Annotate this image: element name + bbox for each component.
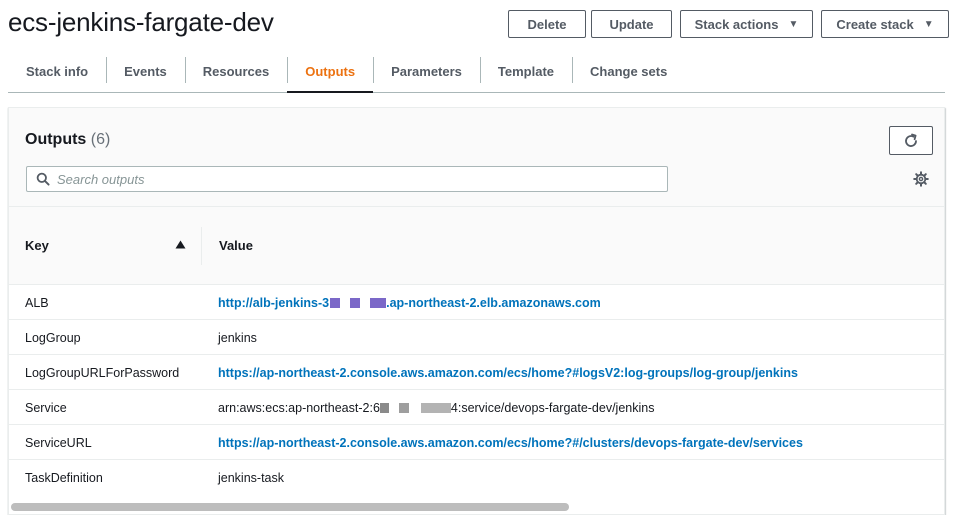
gear-icon bbox=[913, 171, 929, 187]
outputs-panel: Outputs (6) Search outputs Key Value ALB… bbox=[8, 107, 945, 515]
preferences-button[interactable] bbox=[912, 170, 930, 188]
tab-template[interactable]: Template bbox=[479, 50, 572, 92]
output-value: jenkins bbox=[218, 331, 257, 345]
search-icon bbox=[36, 172, 50, 186]
output-key: TaskDefinition bbox=[25, 471, 103, 485]
delete-button-label: Delete bbox=[527, 16, 567, 32]
column-divider bbox=[201, 227, 202, 265]
refresh-button[interactable] bbox=[889, 126, 933, 155]
output-value-part: http://alb-jenkins-3 bbox=[218, 296, 330, 310]
table-row: LogGroup jenkins bbox=[9, 320, 944, 355]
stack-actions-label: Stack actions bbox=[694, 16, 779, 32]
column-header-key[interactable]: Key bbox=[25, 238, 49, 253]
table-row: TaskDefinition jenkins-task bbox=[9, 460, 944, 495]
table-row: ALB http://alb-jenkins-3 .ap-northeast-2… bbox=[9, 285, 944, 320]
redaction-block bbox=[370, 298, 387, 308]
outputs-panel-header: Outputs (6) bbox=[9, 108, 944, 207]
tab-stack-info[interactable]: Stack info bbox=[8, 50, 106, 92]
search-box bbox=[26, 166, 668, 192]
output-key: LogGroupURLForPassword bbox=[25, 366, 180, 380]
stack-actions-dropdown[interactable]: Stack actions ▼ bbox=[680, 10, 813, 38]
tab-parameters[interactable]: Parameters bbox=[373, 50, 480, 92]
output-value-part: 4:service/devops-fargate-dev/jenkins bbox=[450, 401, 655, 415]
outputs-table-header: Key Value bbox=[9, 207, 944, 285]
delete-button[interactable]: Delete bbox=[508, 10, 586, 38]
caret-down-icon: ▼ bbox=[788, 18, 799, 30]
create-stack-dropdown[interactable]: Create stack ▼ bbox=[821, 10, 949, 38]
table-row: ServiceURL https://ap-northeast-2.consol… bbox=[9, 425, 944, 460]
table-row: Service arn:aws:ecs:ap-northeast-2:6 4:s… bbox=[9, 390, 944, 425]
output-value: arn:aws:ecs:ap-northeast-2:6 4:service/d… bbox=[218, 401, 654, 415]
output-key: ServiceURL bbox=[25, 436, 92, 450]
search-input[interactable] bbox=[57, 170, 657, 188]
redaction-block bbox=[420, 403, 451, 413]
stack-title: ecs-jenkins-fargate-dev bbox=[8, 7, 274, 37]
output-key: ALB bbox=[25, 296, 49, 310]
redaction-block bbox=[350, 298, 361, 308]
outputs-table-body: ALB http://alb-jenkins-3 .ap-northeast-2… bbox=[9, 285, 944, 495]
redaction-block bbox=[398, 403, 409, 413]
output-value: jenkins-task bbox=[218, 471, 284, 485]
output-value-part: .ap-northeast-2.elb.amazonaws.com bbox=[386, 296, 601, 310]
scrollbar-thumb[interactable] bbox=[11, 503, 569, 511]
outputs-title-text: Outputs bbox=[25, 131, 87, 148]
stack-tabs: Stack info Events Resources Outputs Para… bbox=[8, 50, 945, 93]
outputs-count: (6) bbox=[90, 131, 111, 148]
update-button-label: Update bbox=[609, 16, 654, 32]
horizontal-scrollbar[interactable] bbox=[9, 500, 944, 514]
update-button[interactable]: Update bbox=[591, 10, 672, 38]
output-value-link[interactable]: https://ap-northeast-2.console.aws.amazo… bbox=[218, 436, 803, 450]
output-value-link[interactable]: https://ap-northeast-2.console.aws.amazo… bbox=[218, 366, 798, 380]
stack-header: ecs-jenkins-fargate-dev Delete Update St… bbox=[0, 0, 953, 50]
output-key: Service bbox=[25, 401, 67, 415]
tab-resources[interactable]: Resources bbox=[184, 50, 287, 92]
redaction-block bbox=[330, 298, 341, 308]
redaction-block bbox=[379, 403, 389, 413]
column-header-value: Value bbox=[219, 238, 253, 253]
tab-change-sets[interactable]: Change sets bbox=[572, 50, 685, 92]
tab-outputs[interactable]: Outputs bbox=[287, 50, 373, 93]
output-value-link[interactable]: http://alb-jenkins-3 .ap-northeast-2.elb… bbox=[218, 296, 601, 310]
outputs-title: Outputs (6) bbox=[25, 131, 110, 149]
create-stack-label: Create stack bbox=[836, 16, 914, 32]
tab-events[interactable]: Events bbox=[106, 50, 185, 92]
output-key: LogGroup bbox=[25, 331, 81, 345]
sort-ascending-icon[interactable] bbox=[175, 240, 186, 249]
output-value-part: arn:aws:ecs:ap-northeast-2:6 bbox=[218, 401, 380, 415]
refresh-icon bbox=[905, 133, 917, 147]
table-row: LogGroupURLForPassword https://ap-northe… bbox=[9, 355, 944, 390]
caret-down-icon: ▼ bbox=[923, 18, 934, 30]
